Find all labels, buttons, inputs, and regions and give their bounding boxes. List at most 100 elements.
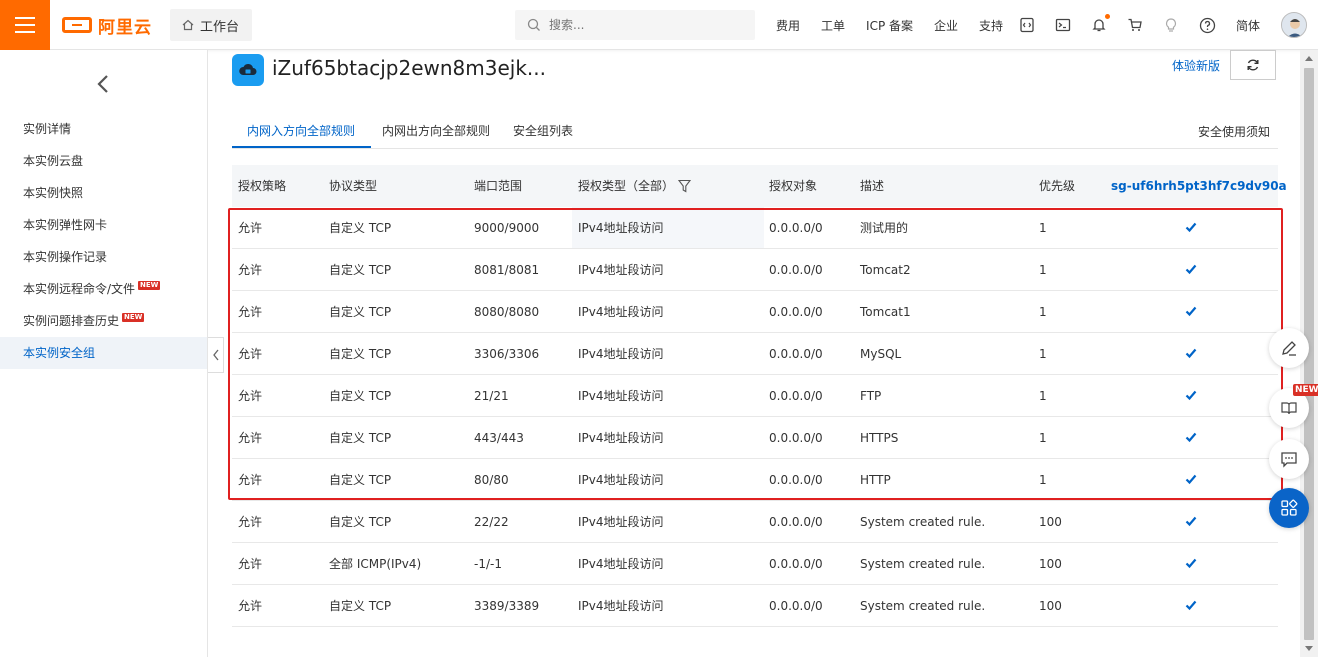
tab-outbound-rules[interactable]: 内网出方向全部规则 (382, 122, 490, 139)
cell-auth-type: IPv4地址段访问 (578, 557, 664, 571)
cell-policy: 允许 (238, 515, 263, 529)
sidebar-item-troubleshoot-history[interactable]: 实例问题排查历史 NEW (0, 305, 207, 337)
nav-support[interactable]: 支持 (979, 17, 1003, 34)
cell-auth-type: IPv4地址段访问 (578, 221, 664, 235)
chevron-left-icon (212, 349, 219, 361)
grid-icon (1281, 499, 1298, 516)
check-icon (1185, 474, 1197, 485)
table-row[interactable]: 允许 自定义 TCP 3389/3389 IPv4地址段访问 0.0.0.0/0 Syst… (232, 585, 1278, 627)
security-notice-link[interactable]: 安全使用须知 (1198, 123, 1270, 140)
chat-float-button[interactable] (1269, 439, 1309, 479)
col-auth-object: 授权对象 (769, 179, 818, 193)
instance-title: iZuf65btacjp2ewn8m3ejk... (272, 56, 546, 80)
cell-protocol: 自定义 TCP (329, 305, 392, 319)
table-body: 允许 自定义 TCP 9000/9000 IPv4地址段访问 0.0.0.0/0 测试用的… (232, 207, 1278, 627)
search-box[interactable] (515, 10, 755, 40)
col-security-group-link[interactable]: sg-uf6hrh5pt3hf7c9dv90a (1111, 165, 1287, 207)
menu-icon[interactable] (0, 0, 50, 50)
cell-port-range: -1/-1 (474, 557, 502, 571)
cell-priority: 1 (1039, 221, 1047, 235)
table-row[interactable]: 允许 自定义 TCP 3306/3306 IPv4地址段访问 0.0.0.0/0 MySQ… (232, 333, 1278, 375)
avatar[interactable] (1281, 12, 1307, 38)
apps-float-button[interactable] (1269, 488, 1309, 528)
check-icon (1185, 516, 1197, 527)
sidebar-item-operation-log[interactable]: 本实例操作记录 (0, 241, 207, 273)
sidebar-item-snapshots[interactable]: 本实例快照 (0, 177, 207, 209)
cell-auth-object: 0.0.0.0/0 (769, 389, 823, 403)
back-icon[interactable] (92, 72, 116, 96)
sidebar-item-remote-command[interactable]: 本实例远程命令/文件 NEW (0, 273, 207, 305)
active-tab-indicator (232, 146, 371, 148)
cell-port-range: 22/22 (474, 515, 509, 529)
logo[interactable]: 阿里云 (62, 13, 152, 38)
new-badge: NEW (122, 313, 145, 322)
chat-icon (1281, 452, 1297, 468)
edit-float-button[interactable] (1269, 328, 1309, 368)
scroll-down-arrow[interactable] (1305, 646, 1313, 651)
code-icon[interactable] (1018, 16, 1036, 34)
search-input[interactable] (549, 18, 729, 32)
cart-icon[interactable] (1126, 16, 1144, 34)
language-switch[interactable]: 简体 (1236, 17, 1260, 34)
table-row[interactable]: 允许 自定义 TCP 22/22 IPv4地址段访问 0.0.0.0/0 System c… (232, 501, 1278, 543)
cell-priority: 100 (1039, 599, 1062, 613)
scroll-up-arrow[interactable] (1305, 56, 1313, 61)
tab-security-group-list[interactable]: 安全组列表 (513, 122, 573, 139)
cell-port-range: 80/80 (474, 473, 509, 487)
cell-protocol: 自定义 TCP (329, 389, 392, 403)
try-new-version-link[interactable]: 体验新版 (1172, 57, 1220, 74)
col-protocol: 协议类型 (329, 179, 378, 193)
cell-port-range: 9000/9000 (474, 221, 540, 235)
filter-icon[interactable] (678, 179, 691, 193)
cell-policy: 允许 (238, 263, 263, 277)
cell-description: FTP (860, 389, 882, 403)
float-new-badge: NEW (1293, 384, 1318, 396)
cell-description: HTTP (860, 473, 891, 487)
bell-icon[interactable] (1090, 14, 1110, 34)
table-row[interactable]: 允许 自定义 TCP 8080/8080 IPv4地址段访问 0.0.0.0/0 Tomc… (232, 291, 1278, 333)
table-row[interactable]: 允许 自定义 TCP 443/443 IPv4地址段访问 0.0.0.0/0 HTTPS 1 (232, 417, 1278, 459)
cell-auth-type: IPv4地址段访问 (578, 515, 664, 529)
nav-enterprise[interactable]: 企业 (934, 17, 958, 34)
table-row[interactable]: 允许 全部 ICMP(IPv4) -1/-1 IPv4地址段访问 0.0.0.0/0 Sy… (232, 543, 1278, 585)
sidebar-item-security-group[interactable]: 本实例安全组 (0, 337, 207, 369)
cell-description: Tomcat1 (860, 305, 911, 319)
lightbulb-icon[interactable] (1162, 16, 1180, 34)
table-row[interactable]: 允许 自定义 TCP 21/21 IPv4地址段访问 0.0.0.0/0 FTP 1 (232, 375, 1278, 417)
sidebar-item-instance-details[interactable]: 实例详情 (0, 113, 207, 145)
sidebar-item-eni[interactable]: 本实例弹性网卡 (0, 209, 207, 241)
top-bar: 阿里云 工作台 费用 工单 ICP 备案 企业 支持 (0, 0, 1318, 50)
cell-policy: 允许 (238, 221, 263, 235)
workbench-button[interactable]: 工作台 (170, 9, 252, 41)
table-row[interactable]: 允许 自定义 TCP 8081/8081 IPv4地址段访问 0.0.0.0/0 Tomc… (232, 249, 1278, 291)
cell-protocol: 自定义 TCP (329, 263, 392, 277)
col-policy: 授权策略 (238, 179, 287, 193)
help-icon[interactable] (1198, 16, 1216, 34)
cell-protocol: 全部 ICMP(IPv4) (329, 557, 422, 571)
sidebar-item-disks[interactable]: 本实例云盘 (0, 145, 207, 177)
check-icon (1185, 558, 1197, 569)
tab-inbound-rules[interactable]: 内网入方向全部规则 (247, 122, 355, 139)
refresh-button[interactable] (1230, 50, 1276, 80)
cell-protocol: 自定义 TCP (329, 431, 392, 445)
top-nav: 费用 工单 ICP 备案 企业 支持 (776, 0, 1024, 50)
terminal-icon[interactable] (1054, 16, 1072, 34)
cell-auth-object: 0.0.0.0/0 (769, 347, 823, 361)
nav-icp[interactable]: ICP 备案 (866, 17, 913, 34)
col-priority: 优先级 (1039, 179, 1076, 193)
cell-policy: 允许 (238, 599, 263, 613)
collapse-sidebar-button[interactable] (208, 337, 224, 373)
instance-icon (232, 54, 264, 86)
book-icon (1281, 402, 1297, 415)
nav-tickets[interactable]: 工单 (821, 17, 845, 34)
workbench-label: 工作台 (200, 19, 240, 35)
top-icons (1018, 0, 1216, 50)
pencil-icon (1282, 341, 1296, 356)
table-row[interactable]: 允许 自定义 TCP 9000/9000 IPv4地址段访问 0.0.0.0/0 测试用的… (232, 207, 1278, 249)
cell-auth-type: IPv4地址段访问 (578, 305, 664, 319)
cell-port-range: 443/443 (474, 431, 524, 445)
home-icon (182, 19, 194, 31)
table-row[interactable]: 允许 自定义 TCP 80/80 IPv4地址段访问 0.0.0.0/0 HTTP 1 (232, 459, 1278, 501)
nav-billing[interactable]: 费用 (776, 17, 800, 34)
cell-auth-type: IPv4地址段访问 (578, 599, 664, 613)
